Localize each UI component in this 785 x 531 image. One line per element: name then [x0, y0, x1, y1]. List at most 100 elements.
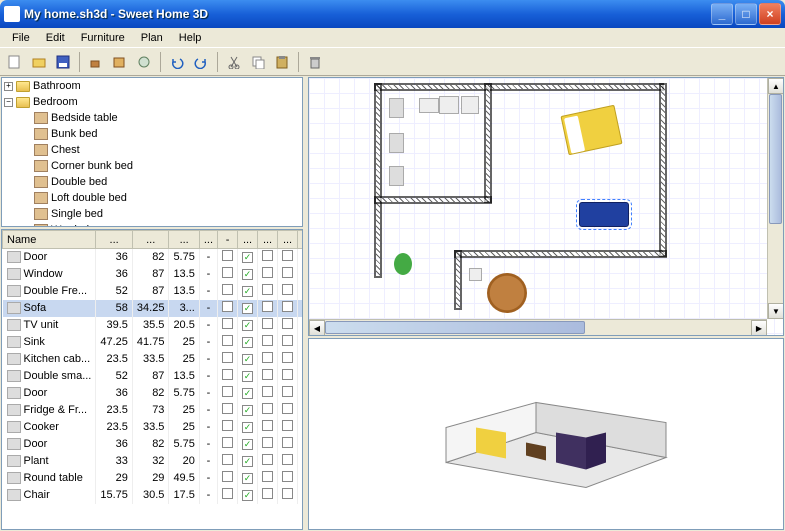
checkbox[interactable] — [222, 318, 233, 329]
checkbox[interactable] — [262, 437, 273, 448]
checkbox[interactable] — [262, 403, 273, 414]
furniture-chair[interactable] — [469, 268, 482, 281]
save-file-icon[interactable] — [52, 51, 74, 73]
checkbox[interactable]: ✓ — [242, 439, 253, 450]
checkbox[interactable]: ✓ — [242, 252, 253, 263]
checkbox[interactable]: ✓ — [242, 388, 253, 399]
wall[interactable] — [374, 83, 382, 278]
furniture-list-table[interactable]: Name............-............... Door368… — [1, 229, 303, 530]
checkbox[interactable] — [262, 301, 273, 312]
wall[interactable] — [484, 83, 492, 203]
checkbox[interactable]: ✓ — [242, 269, 253, 280]
checkbox[interactable] — [282, 335, 293, 346]
import-furniture-icon[interactable] — [109, 51, 131, 73]
menu-file[interactable]: File — [4, 30, 38, 46]
table-row[interactable]: Chair15.7530.517.5-✓✓ — [3, 487, 304, 504]
catalog-item[interactable]: Wardrobe — [2, 222, 302, 227]
checkbox[interactable] — [262, 352, 273, 363]
checkbox[interactable] — [302, 369, 303, 380]
checkbox[interactable] — [262, 471, 273, 482]
3d-model[interactable] — [386, 343, 706, 526]
checkbox[interactable] — [282, 352, 293, 363]
minimize-button[interactable]: _ — [711, 3, 733, 25]
checkbox[interactable] — [282, 403, 293, 414]
checkbox[interactable] — [262, 284, 273, 295]
checkbox[interactable] — [262, 386, 273, 397]
checkbox[interactable] — [222, 386, 233, 397]
column-header[interactable]: ... — [132, 231, 169, 249]
checkbox[interactable] — [302, 335, 303, 346]
checkbox[interactable] — [222, 352, 233, 363]
furniture-item[interactable] — [461, 96, 479, 114]
checkbox[interactable] — [262, 250, 273, 261]
checkbox[interactable] — [302, 250, 303, 261]
plan-scrollbar-vertical[interactable]: ▲ ▼ — [767, 78, 783, 319]
checkbox[interactable] — [302, 488, 303, 499]
checkbox[interactable]: ✓ — [242, 286, 253, 297]
table-row[interactable]: Plant333220-✓✓ — [3, 453, 304, 470]
table-row[interactable]: Door36825.75-✓✓ — [3, 436, 304, 453]
table-row[interactable]: Double Fre...528713.5-✓✓ — [3, 283, 304, 300]
table-row[interactable]: TV unit39.535.520.5-✓✓ — [3, 317, 304, 334]
table-row[interactable]: Double sma...528713.5-✓✓ — [3, 368, 304, 385]
menu-help[interactable]: Help — [171, 30, 210, 46]
checkbox[interactable] — [282, 301, 293, 312]
column-header[interactable]: ... — [199, 231, 217, 249]
checkbox[interactable] — [222, 488, 233, 499]
catalog-item[interactable]: Double bed — [2, 174, 302, 190]
checkbox[interactable] — [282, 454, 293, 465]
open-file-icon[interactable] — [28, 51, 50, 73]
checkbox[interactable] — [302, 267, 303, 278]
checkbox[interactable] — [222, 454, 233, 465]
furniture-item[interactable] — [389, 133, 404, 153]
column-header[interactable]: - — [218, 231, 238, 249]
catalog-item[interactable]: Single bed — [2, 206, 302, 222]
column-header[interactable]: ... — [96, 231, 133, 249]
checkbox[interactable] — [302, 437, 303, 448]
checkbox[interactable]: ✓ — [242, 473, 253, 484]
plan-scrollbar-horizontal[interactable]: ◀ ▶ — [309, 319, 767, 335]
catalog-item[interactable]: Bunk bed — [2, 126, 302, 142]
column-header[interactable]: ... — [278, 231, 298, 249]
column-header[interactable]: ... — [258, 231, 278, 249]
redo-icon[interactable] — [190, 51, 212, 73]
checkbox[interactable] — [282, 437, 293, 448]
checkbox[interactable]: ✓ — [242, 490, 253, 501]
checkbox[interactable] — [222, 369, 233, 380]
checkbox[interactable]: ✓ — [242, 405, 253, 416]
checkbox[interactable] — [302, 301, 303, 312]
maximize-button[interactable]: □ — [735, 3, 757, 25]
checkbox[interactable] — [302, 318, 303, 329]
checkbox[interactable] — [262, 454, 273, 465]
furniture-item[interactable] — [389, 166, 404, 186]
checkbox[interactable] — [222, 267, 233, 278]
checkbox[interactable] — [282, 420, 293, 431]
checkbox[interactable] — [262, 488, 273, 499]
scroll-up-icon[interactable]: ▲ — [768, 78, 784, 94]
checkbox[interactable] — [262, 369, 273, 380]
wall[interactable] — [659, 83, 667, 257]
checkbox[interactable] — [222, 471, 233, 482]
checkbox[interactable] — [282, 386, 293, 397]
checkbox[interactable] — [302, 471, 303, 482]
checkbox[interactable] — [282, 267, 293, 278]
scroll-left-icon[interactable]: ◀ — [309, 320, 325, 336]
checkbox[interactable]: ✓ — [242, 320, 253, 331]
furniture-item[interactable] — [439, 96, 459, 114]
copy-icon[interactable] — [247, 51, 269, 73]
wall[interactable] — [374, 196, 492, 204]
furniture-round-table[interactable] — [487, 273, 527, 313]
checkbox[interactable] — [282, 488, 293, 499]
close-button[interactable]: × — [759, 3, 781, 25]
view-3d[interactable] — [308, 338, 784, 530]
catalog-item[interactable]: Bedside table — [2, 110, 302, 126]
checkbox[interactable] — [302, 454, 303, 465]
catalog-item[interactable]: Chest — [2, 142, 302, 158]
checkbox[interactable] — [222, 250, 233, 261]
collapse-icon[interactable]: − — [4, 98, 13, 107]
column-header[interactable]: Name — [3, 231, 96, 249]
checkbox[interactable] — [222, 335, 233, 346]
undo-icon[interactable] — [166, 51, 188, 73]
catalog-item[interactable]: Loft double bed — [2, 190, 302, 206]
table-row[interactable]: Window368713.5-✓✓ — [3, 266, 304, 283]
